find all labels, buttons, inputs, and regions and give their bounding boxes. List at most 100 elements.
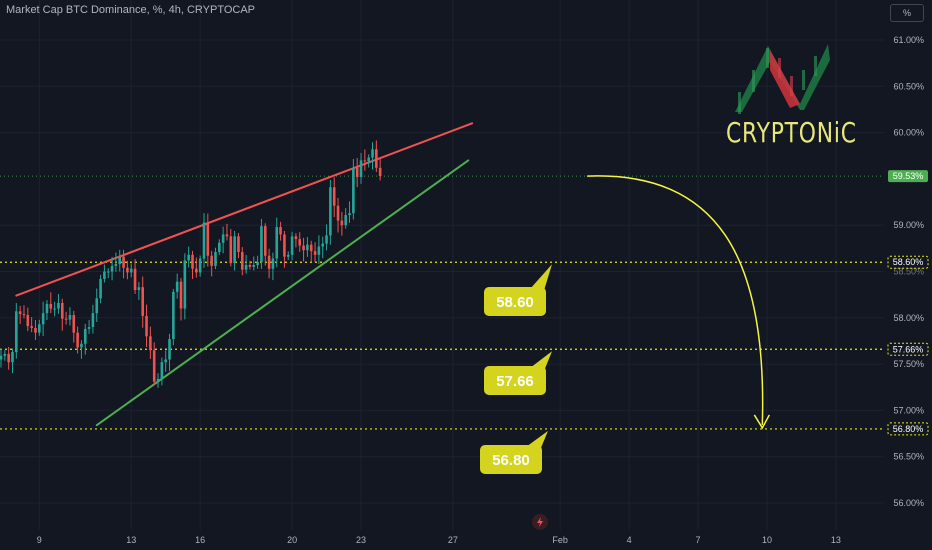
candle-body: [260, 226, 263, 263]
projection-arrow: [587, 175, 764, 425]
candle-body: [22, 314, 26, 316]
candle-body: [175, 281, 179, 292]
candle-body: [80, 343, 83, 348]
levels-layer: [0, 175, 884, 430]
candle-body: [103, 271, 106, 279]
candle-body: [252, 265, 256, 267]
callouts-layer: 58.60 57.66 56.80: [480, 264, 552, 474]
level-callout-label: 56.80: [492, 452, 530, 469]
candle-body: [214, 252, 217, 266]
current-price-label: 59.53%: [893, 171, 924, 181]
candle-body: [149, 336, 152, 351]
candle-body: [202, 222, 206, 259]
x-tick-label: 27: [448, 535, 458, 545]
projection-layer: [587, 175, 770, 430]
candle-body: [126, 267, 129, 273]
percent-scale-button[interactable]: %: [890, 4, 924, 22]
candle-body: [344, 215, 347, 226]
candle-body: [26, 315, 30, 327]
logo-stripe: [752, 70, 755, 92]
candle-body: [160, 362, 164, 379]
candle-body: [53, 308, 56, 310]
candle-body: [340, 220, 344, 226]
x-tick-label: 9: [37, 535, 42, 545]
candle-body: [49, 303, 53, 309]
candle-body: [91, 313, 95, 328]
candle-body: [198, 258, 202, 273]
cryptonic-logo-icon: [735, 44, 830, 114]
candle-body: [271, 258, 275, 269]
candle-body: [68, 315, 72, 320]
chart-title: Market Cap BTC Dominance, %, 4h, CRYPTOC…: [6, 4, 256, 16]
candle-body: [118, 256, 122, 265]
chart-area[interactable]: 58.60 57.66 56.80 61.00% 60.50% 60.00% 59.00%…: [0, 0, 932, 550]
x-tick-label: 23: [356, 535, 366, 545]
y-tick-label: 59.00%: [893, 220, 924, 230]
candle-body: [156, 378, 160, 382]
candle-body: [298, 239, 302, 246]
candle-body: [283, 234, 286, 257]
y-axis[interactable]: 61.00%60.50%60.00%59.00%58.50%58.00%57.5…: [887, 35, 929, 508]
candle-body: [294, 236, 298, 240]
candle-body: [172, 291, 175, 340]
candle-body: [275, 227, 279, 259]
x-tick-label: Feb: [552, 535, 568, 545]
candle-body: [332, 187, 336, 206]
candle-body: [7, 353, 10, 363]
candle-body: [95, 298, 99, 314]
candle-body: [309, 244, 313, 252]
candle-body: [290, 236, 294, 255]
candle-body: [11, 352, 14, 363]
candle-body: [371, 149, 374, 158]
candle-body: [279, 227, 282, 235]
candle-body: [210, 255, 213, 266]
candle-body: [313, 251, 317, 255]
candle-body: [191, 254, 194, 269]
logo-stripe: [766, 48, 769, 68]
candle-body: [129, 268, 133, 273]
candle-body: [72, 315, 76, 333]
candle-body: [168, 339, 171, 360]
candle-body: [15, 311, 18, 353]
candle-body: [45, 303, 49, 314]
candle-body: [359, 160, 363, 178]
candle-body: [99, 278, 102, 299]
logo-stripe: [802, 70, 805, 90]
y-tick-label: 61.00%: [893, 35, 924, 45]
x-tick-label: 16: [195, 535, 205, 545]
candle-body: [336, 205, 340, 221]
flash-icon[interactable]: [532, 514, 548, 530]
x-axis[interactable]: 9 13 16 20 23 27 Feb 4 7 10 13: [37, 535, 841, 545]
candle-body: [363, 160, 367, 162]
candle-body: [206, 222, 210, 256]
candle-body: [141, 287, 145, 316]
candle-body: [164, 359, 167, 363]
candle-body: [375, 149, 378, 168]
candle-body: [106, 271, 110, 273]
chart-canvas[interactable]: 58.60 57.66 56.80 61.00% 60.50% 60.00% 59.00%…: [0, 0, 932, 550]
candle-body: [38, 324, 41, 333]
candle-body: [114, 264, 118, 266]
level-callout-label: 58.60: [496, 294, 534, 311]
level-price-label: 56.80%: [893, 424, 924, 434]
y-tick-label: 57.50%: [893, 359, 924, 369]
support-trendline: [95, 159, 470, 427]
candle-body: [225, 234, 229, 237]
y-tick-label: 56.50%: [893, 452, 924, 462]
candle-body: [0, 355, 3, 360]
y-tick-label: 60.50%: [893, 81, 924, 91]
candle-body: [179, 281, 183, 309]
candle-body: [263, 226, 267, 256]
logo-shape: [770, 50, 800, 108]
candle-body: [352, 167, 355, 214]
logo-stripe: [814, 56, 817, 76]
y-tick-label: 60.00%: [893, 128, 924, 138]
candle-body: [145, 315, 148, 337]
logo-text: CRYPTONiC: [726, 116, 857, 149]
trendlines-layer: [15, 122, 474, 427]
y-tick-label: 58.00%: [893, 313, 924, 323]
candle-body: [64, 318, 68, 320]
candle-body: [329, 187, 332, 236]
candle-body: [302, 245, 305, 251]
candle-body: [83, 328, 87, 344]
